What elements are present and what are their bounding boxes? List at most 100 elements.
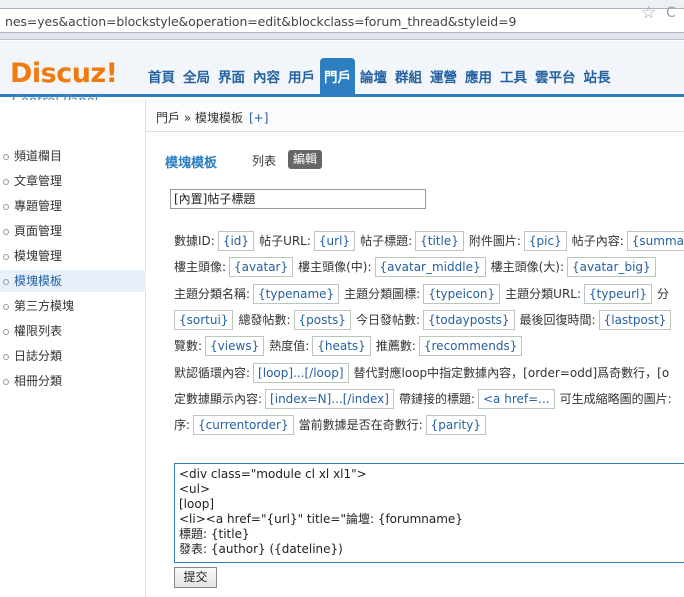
var-label: 樓主頭像: [174, 260, 227, 274]
sidebar-item[interactable]: 模塊模板 [0, 270, 146, 292]
submit-button[interactable]: 提交 [174, 567, 217, 588]
sidebar-item[interactable]: 模塊管理 [0, 245, 146, 267]
var-token[interactable]: {currentorder} [193, 415, 294, 435]
var-line: 序: {currentorder} 當前數據是否在奇數行: {parity} [174, 414, 491, 436]
var-label: 數據ID: [174, 234, 215, 248]
var-token[interactable]: [loop]...[/loop] [253, 363, 349, 383]
var-token[interactable]: {todayposts} [422, 310, 515, 330]
var-label: 樓主頭像(大): [490, 260, 565, 274]
nav-item[interactable]: 首頁 [145, 58, 178, 94]
editor-line: <ul> [179, 482, 211, 496]
var-token[interactable]: {sortui} [174, 310, 234, 330]
sidebar-item[interactable]: 頁面管理 [0, 220, 146, 242]
nav-item[interactable]: 運營 [427, 58, 460, 94]
var-token[interactable]: {views} [205, 336, 265, 356]
bookmark-star-icon[interactable]: ☆ [641, 3, 656, 23]
var-label: 推薦數: [375, 339, 416, 353]
var-token[interactable]: {typeicon} [423, 284, 501, 304]
var-label: 序: [174, 418, 191, 432]
var-label: 帖子標題: [360, 234, 413, 248]
nav-item[interactable]: 門戶 [320, 58, 355, 94]
var-token[interactable]: {recommends} [418, 336, 523, 356]
var-token[interactable]: {lastpost} [598, 310, 672, 330]
tab-list[interactable]: 列表 [252, 152, 276, 169]
var-token[interactable]: {typeurl} [584, 284, 652, 304]
var-line: 樓主頭像: {avatar} 樓主頭像(中): {avatar_middle} 樓主頭像… [174, 256, 661, 278]
add-shortcut-link[interactable]: [+] [249, 111, 268, 125]
editor-line: [loop] [179, 497, 214, 511]
nav-item[interactable]: 應用 [462, 58, 495, 94]
var-label: 帖子內容: [571, 234, 624, 248]
var-token[interactable]: {title} [415, 231, 464, 251]
breadcrumb-path: 門戶 » 模塊模板 [156, 111, 243, 125]
var-line: 定數據顯示內容: [index=N]...[/index] 帶鏈接的標題: <a hr… [174, 388, 672, 410]
nav-item[interactable]: 全局 [180, 58, 213, 94]
var-label: 定數據顯示內容: [174, 392, 263, 406]
editor-line: 發表: {author} ({dateline}) [179, 542, 343, 556]
editor-line: <li><a href="{url}" title="論壇: {forumnam… [179, 512, 463, 526]
sidebar-item[interactable]: 第三方模塊 [0, 295, 146, 317]
var-line: 主題分類名稱: {typename} 主題分類圖標: {typeicon} 主題分類UR… [174, 283, 669, 305]
var-label: 分 [656, 287, 669, 301]
nav-item[interactable]: 界面 [215, 58, 248, 94]
var-label: 覽數: [174, 339, 203, 353]
sidebar-item[interactable]: 權限列表 [0, 320, 146, 342]
nav-item[interactable]: 論壇 [357, 58, 390, 94]
address-bar[interactable]: nes=yes&action=blockstyle&operation=edit… [0, 8, 684, 33]
nav-item[interactable]: 工具 [497, 58, 530, 94]
var-token[interactable]: {parity} [425, 415, 486, 435]
sidebar-item[interactable]: 相冊分類 [0, 370, 146, 392]
template-editor[interactable]: <div class="module cl xl xl1"> <ul> [loop]… [174, 463, 684, 563]
var-label: 當前數據是否在奇數行: [298, 418, 423, 432]
var-token[interactable]: {avatar} [229, 257, 294, 277]
sidebar: 頻道欄目文章管理專題管理頁面管理模塊管理模塊模板第三方模塊權限列表日誌分類相冊分… [0, 100, 146, 597]
var-label: 可生成縮略圖的圖片: [559, 392, 672, 406]
var-token[interactable]: {posts} [293, 310, 351, 330]
var-token[interactable]: {avatar_middle} [374, 257, 486, 277]
search-engine-icon[interactable]: C [666, 5, 676, 21]
var-token[interactable]: {heats} [312, 336, 371, 356]
sidebar-item[interactable]: 頻道欄目 [0, 145, 146, 167]
var-token[interactable]: {avatar_big} [567, 257, 656, 277]
sidebar-item[interactable]: 文章管理 [0, 170, 146, 192]
nav-item[interactable]: 用戶 [285, 58, 318, 94]
top-nav: 首頁 全局 界面 內容 用戶 門戶 論壇 群組 運營 應用 工具 雲平台 站長 [145, 58, 616, 94]
template-name-input[interactable]: [內置]帖子標題 [170, 189, 426, 209]
var-token[interactable]: <a href=... [478, 389, 555, 409]
nav-item[interactable]: 內容 [250, 58, 283, 94]
browser-toolbar: nes=yes&action=blockstyle&operation=edit… [0, 0, 684, 40]
var-label: 默認循環內容: [174, 366, 251, 380]
var-label: 總發帖數: [238, 313, 291, 327]
var-token[interactable]: {pic} [523, 231, 567, 251]
var-label: 最後回復時間: [519, 313, 596, 327]
nav-item[interactable]: 群組 [392, 58, 425, 94]
var-label: 帶鏈接的標題: [398, 392, 475, 406]
var-token[interactable]: {typename} [253, 284, 340, 304]
var-line: 默認循環內容: [loop]...[/loop] 替代對應loop中指定數據內容，[… [174, 362, 669, 384]
nav-item[interactable]: 雲平台 [532, 58, 579, 94]
editor-line: 標題: {title} [179, 527, 250, 541]
var-label: 主題分類名稱: [174, 287, 251, 301]
page-title: 模塊模板 [165, 156, 218, 171]
var-line: {sortui} 總發帖數: {posts} 今日發帖數: {todayposts} 最後… [174, 309, 676, 331]
var-label: 熱度值: [269, 339, 310, 353]
var-label: 主題分類圖標: [344, 287, 421, 301]
var-label: 替代對應loop中指定數據內容，[order=odd]爲奇數行，[o [353, 366, 670, 380]
var-line: 覽數: {views} 熱度值: {heats} 推薦數: {recommends} [174, 335, 527, 357]
var-token[interactable]: {url} [313, 231, 356, 251]
var-label: 今日發帖數: [355, 313, 420, 327]
var-label: 樓主頭像(中): [298, 260, 372, 274]
var-line: 數據ID: {id} 帖子URL: {url} 帖子標題: {title} 附件圖片: {pi… [174, 230, 684, 252]
nav-item[interactable]: 站長 [581, 58, 614, 94]
var-label: 主題分類URL: [505, 287, 582, 301]
url-text: nes=yes&action=blockstyle&operation=edit… [5, 14, 517, 29]
var-token[interactable]: {summary} [626, 231, 684, 251]
var-token[interactable]: [index=N]...[/index] [265, 389, 394, 409]
var-label: 附件圖片: [468, 234, 521, 248]
var-token[interactable]: {id} [217, 231, 255, 251]
tab-edit[interactable]: 編輯 [288, 150, 323, 169]
sidebar-item[interactable]: 日誌分類 [0, 345, 146, 367]
sidebar-item[interactable]: 專題管理 [0, 195, 146, 217]
var-label: 帖子URL: [259, 234, 311, 248]
editor-line: <div class="module cl xl xl1"> [179, 467, 367, 481]
